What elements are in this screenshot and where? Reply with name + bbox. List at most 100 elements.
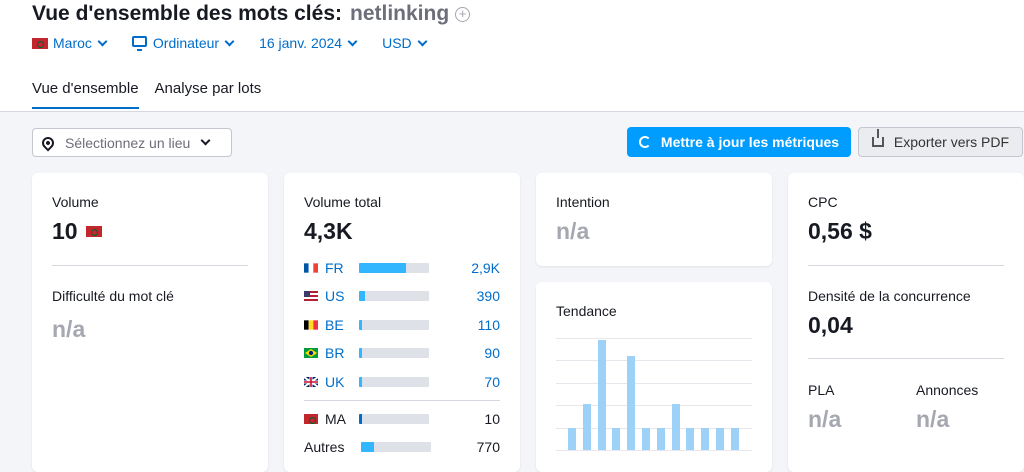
date-filter[interactable]: 16 janv. 2024 xyxy=(259,35,358,51)
page-title: Vue d'ensemble des mots clés: netlinking… xyxy=(32,2,471,26)
trend-bar xyxy=(612,428,620,450)
trend-gridline xyxy=(556,383,752,384)
trend-bar xyxy=(642,428,650,450)
others-label: Autres xyxy=(304,439,345,455)
country-share-bar xyxy=(359,414,429,424)
country-volume: 70 xyxy=(484,374,500,390)
difficulty-value: n/a xyxy=(52,316,86,342)
chevron-down-icon xyxy=(200,135,211,146)
filters-bar: Maroc Ordinateur 16 janv. 2024 USD xyxy=(32,35,452,51)
chevron-down-icon xyxy=(417,36,428,46)
country-share-fill xyxy=(361,442,374,452)
update-metrics-button[interactable]: Mettre à jour les métriques xyxy=(627,127,851,157)
device-filter-label: Ordinateur xyxy=(152,35,220,51)
trend-bar xyxy=(672,404,680,450)
belgium-flag-icon xyxy=(304,320,318,330)
divider xyxy=(808,358,1004,359)
export-icon xyxy=(871,129,884,147)
trend-gridline xyxy=(556,450,752,451)
france-flag-icon xyxy=(304,263,318,273)
uk-flag-icon xyxy=(304,377,318,387)
country-share-bar xyxy=(359,348,429,358)
country-row-us[interactable]: US 390 xyxy=(304,286,500,306)
location-select[interactable]: Sélectionnez un lieu xyxy=(32,128,232,157)
country-code: BR xyxy=(325,345,345,361)
trend-card: Tendance xyxy=(536,282,772,472)
country-code: FR xyxy=(325,260,344,276)
keyword-text: netlinking xyxy=(350,2,450,25)
tab-overview[interactable]: Vue d'ensemble xyxy=(32,80,139,109)
tab-bulk-analysis[interactable]: Analyse par lots xyxy=(155,80,262,109)
intent-value: n/a xyxy=(556,218,590,244)
country-volume: 110 xyxy=(477,317,500,333)
chevron-down-icon xyxy=(97,36,108,46)
title-text: Vue d'ensemble des mots clés: xyxy=(32,2,342,25)
country-row-fr[interactable]: FR 2,9K xyxy=(304,258,500,278)
country-share-fill xyxy=(359,377,362,387)
location-pin-icon xyxy=(39,134,57,151)
morocco-flag-icon xyxy=(304,414,318,424)
intent-label: Intention xyxy=(556,194,610,210)
country-share-bar xyxy=(359,377,429,387)
refresh-icon xyxy=(638,136,651,148)
country-volume: 390 xyxy=(476,288,500,304)
difficulty-label: Difficulté du mot clé xyxy=(52,288,174,304)
trend-bar xyxy=(731,428,739,450)
trend-chart xyxy=(556,338,752,451)
country-row-uk[interactable]: UK 70 xyxy=(304,372,500,392)
trend-bar xyxy=(716,428,724,450)
update-metrics-label: Mettre à jour les métriques xyxy=(660,134,840,150)
competition-value: 0,04 xyxy=(808,312,853,338)
divider xyxy=(808,265,1004,266)
device-filter[interactable]: Ordinateur xyxy=(131,35,235,51)
country-volume: 90 xyxy=(484,345,500,361)
country-volume: 770 xyxy=(476,439,500,455)
ads-value: n/a xyxy=(916,406,950,432)
country-share-bar xyxy=(361,442,431,452)
country-share-bar xyxy=(359,263,429,273)
competition-label: Densité de la concurrence xyxy=(808,288,971,304)
country-code: MA xyxy=(325,411,346,427)
currency-filter-label: USD xyxy=(382,35,412,51)
trend-bar xyxy=(583,404,591,450)
add-keyword-icon[interactable]: + xyxy=(455,6,471,22)
trend-bar xyxy=(657,428,665,450)
volume-number: 10 xyxy=(52,218,78,244)
volume-value: 10 xyxy=(52,218,107,245)
country-share-fill xyxy=(359,414,362,424)
volume-label: Volume xyxy=(52,194,99,210)
page-header: Vue d'ensemble des mots clés: netlinking… xyxy=(0,0,1024,112)
country-row-others: Autres 770 xyxy=(304,437,500,457)
pla-label: PLA xyxy=(808,382,835,398)
country-share-fill xyxy=(359,348,362,358)
total-volume-card: Volume total 4,3K FR 2,9K US 390 BE 110 … xyxy=(284,173,520,472)
country-row-be[interactable]: BE 110 xyxy=(304,315,500,335)
country-row-ma: MA 10 xyxy=(304,409,500,429)
country-share-bar xyxy=(359,320,429,330)
brazil-flag-icon xyxy=(304,348,318,358)
intent-card: Intention n/a xyxy=(536,173,772,266)
country-volume: 10 xyxy=(484,411,500,427)
country-code: US xyxy=(325,288,345,304)
ads-label: Annonces xyxy=(916,382,979,398)
trend-bar xyxy=(568,428,576,450)
country-row-br[interactable]: BR 90 xyxy=(304,343,500,363)
chevron-down-icon xyxy=(347,36,358,46)
trend-bar xyxy=(686,428,694,450)
cpc-label: CPC xyxy=(808,194,838,210)
total-volume-label: Volume total xyxy=(304,194,382,210)
trend-gridline xyxy=(556,338,752,339)
currency-filter[interactable]: USD xyxy=(382,35,428,51)
country-code: BE xyxy=(325,317,344,333)
usa-flag-icon xyxy=(304,291,318,301)
country-share-bar xyxy=(359,291,429,301)
country-code: UK xyxy=(325,374,345,390)
country-share-fill xyxy=(359,263,406,273)
morocco-flag-icon xyxy=(85,226,102,237)
divider xyxy=(52,265,248,266)
pla-value: n/a xyxy=(808,406,842,432)
monitor-icon xyxy=(131,36,147,51)
export-pdf-button[interactable]: Exporter vers PDF xyxy=(858,127,1023,157)
country-filter[interactable]: Maroc xyxy=(32,35,108,51)
chevron-down-icon xyxy=(224,36,235,46)
